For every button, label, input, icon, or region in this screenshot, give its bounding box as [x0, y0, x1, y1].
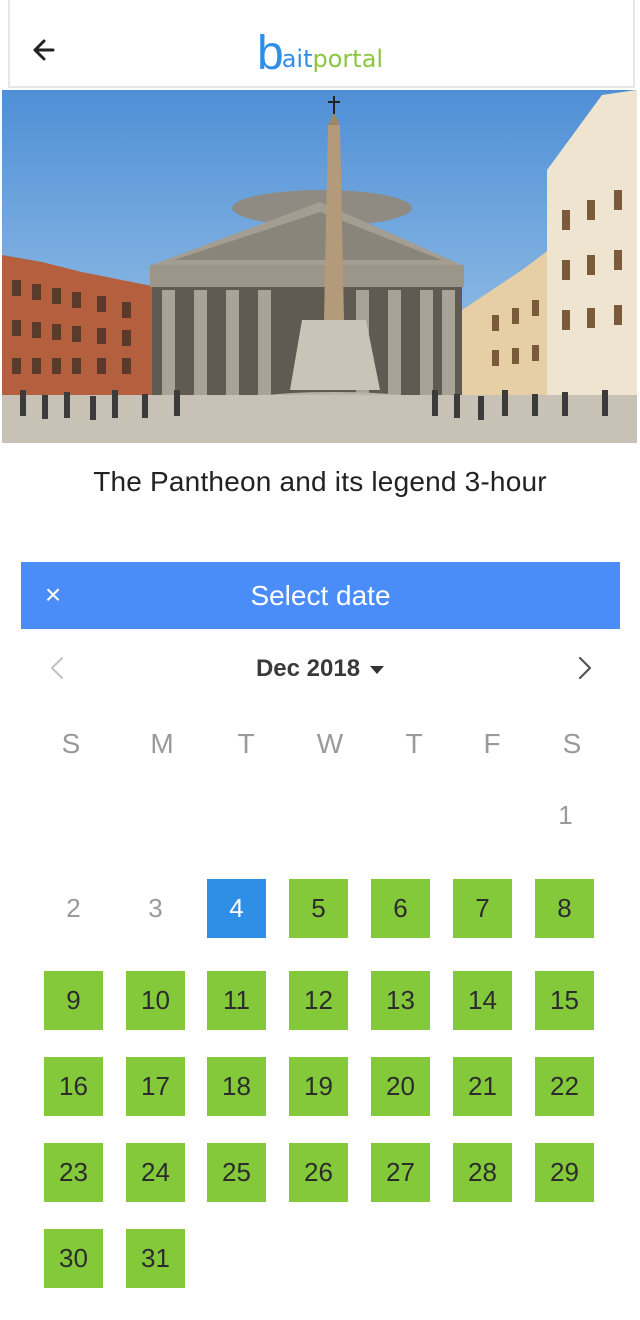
month-label: Dec 2018	[255, 655, 361, 682]
weekday-label: T	[405, 728, 423, 759]
day-cell[interactable]: 31	[126, 1229, 185, 1288]
day-cell[interactable]: 29	[535, 1143, 594, 1202]
chevron-left-icon	[50, 656, 64, 680]
weekday-label: S	[61, 728, 81, 759]
tour-hero-image	[2, 90, 637, 443]
date-picker-header: × Select date	[21, 562, 620, 629]
day-cell-selected[interactable]: 4	[207, 879, 266, 938]
day-cell[interactable]: 25	[207, 1143, 266, 1202]
picker-title: Select date	[250, 580, 391, 611]
day-cell[interactable]: 30	[44, 1229, 103, 1288]
day-cell[interactable]: 13	[371, 971, 430, 1030]
back-button[interactable]	[24, 30, 64, 70]
day-cell[interactable]: 24	[126, 1143, 185, 1202]
brand-logo[interactable]: b aitportal	[257, 28, 383, 78]
day-cell[interactable]: 21	[453, 1057, 512, 1116]
weekday-label: T	[237, 728, 255, 759]
day-cell-disabled: 2	[66, 893, 81, 923]
day-cell[interactable]: 22	[535, 1057, 594, 1116]
day-cell[interactable]: 15	[535, 971, 594, 1030]
chevron-right-icon	[578, 656, 592, 680]
weekday-label: F	[483, 728, 501, 759]
day-cell[interactable]: 10	[126, 971, 185, 1030]
day-cell[interactable]: 5	[289, 879, 348, 938]
app-header: b aitportal	[8, 0, 635, 88]
day-cell-disabled: 1	[558, 800, 573, 830]
month-selector[interactable]: Dec 2018	[240, 652, 400, 686]
weekday-label: W	[316, 728, 344, 759]
day-cell[interactable]: 20	[371, 1057, 430, 1116]
day-cell[interactable]: 17	[126, 1057, 185, 1116]
day-cell-disabled: 3	[148, 893, 163, 923]
prev-month-button[interactable]	[38, 648, 78, 688]
weekday-label: S	[562, 728, 582, 759]
weekday-label: M	[150, 728, 174, 759]
day-cell[interactable]: 27	[371, 1143, 430, 1202]
day-cell[interactable]: 12	[289, 971, 348, 1030]
day-cell[interactable]: 8	[535, 879, 594, 938]
day-cell[interactable]: 28	[453, 1143, 512, 1202]
day-cell[interactable]: 9	[44, 971, 103, 1030]
day-cell[interactable]: 19	[289, 1057, 348, 1116]
day-cell[interactable]: 26	[289, 1143, 348, 1202]
day-cell[interactable]: 14	[453, 971, 512, 1030]
day-cell[interactable]: 23	[44, 1143, 103, 1202]
caret-down-icon	[370, 666, 385, 674]
day-cell[interactable]: 18	[207, 1057, 266, 1116]
day-cell[interactable]: 16	[44, 1057, 103, 1116]
day-cell[interactable]: 7	[453, 879, 512, 938]
day-cell[interactable]: 11	[207, 971, 266, 1030]
arrow-left-icon	[33, 39, 55, 61]
tour-title: The Pantheon and its legend 3-hour	[93, 466, 547, 497]
next-month-button[interactable]	[564, 648, 604, 688]
day-cell[interactable]: 6	[371, 879, 430, 938]
